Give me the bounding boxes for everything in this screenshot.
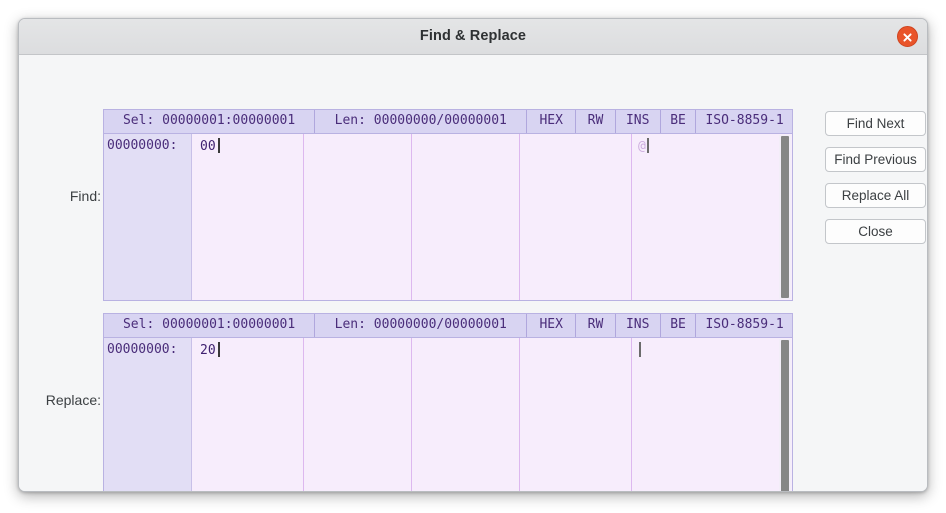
replace-encoding-indicator[interactable]: ISO-8859-1 [696, 314, 792, 337]
find-column-divider-2 [411, 134, 412, 300]
find-ascii-input[interactable]: @ [638, 138, 649, 154]
replace-ascii-caret [639, 342, 641, 357]
replace-column-divider-4 [631, 338, 632, 491]
replace-hex-value: 20 [200, 343, 216, 358]
dialog-body: Find: Replace: Sel: 00000001:00000001 Le… [19, 55, 927, 491]
replace-vertical-scrollbar[interactable] [779, 339, 791, 491]
find-status-header: Sel: 00000001:00000001 Len: 00000000/000… [103, 109, 793, 133]
find-encoding-indicator[interactable]: ISO-8859-1 [696, 110, 792, 133]
find-column-divider-1 [303, 134, 304, 300]
replace-endian-indicator[interactable]: BE [661, 314, 697, 337]
replace-insert-indicator[interactable]: INS [616, 314, 661, 337]
find-hex-editor[interactable]: Sel: 00000001:00000001 Len: 00000000/000… [103, 109, 793, 301]
find-vertical-scrollbar[interactable] [779, 135, 791, 299]
dialog-titlebar: Find & Replace [19, 19, 927, 55]
replace-offset-column: 00000000: [104, 338, 192, 491]
replace-mode-indicator[interactable]: HEX [527, 314, 577, 337]
find-access-indicator[interactable]: RW [576, 110, 616, 133]
replace-hex-body[interactable]: 00000000: 20 [103, 337, 793, 491]
replace-column-divider-3 [519, 338, 520, 491]
find-endian-indicator[interactable]: BE [661, 110, 697, 133]
replace-column-divider-1 [303, 338, 304, 491]
replace-label: Replace: [45, 392, 101, 408]
find-ascii-caret [646, 138, 649, 153]
find-offset-column: 00000000: [104, 134, 192, 300]
replace-ascii-input[interactable] [638, 342, 641, 358]
replace-length-status: Len: 00000000/00000001 [315, 314, 528, 337]
replace-hex-editor[interactable]: Sel: 00000001:00000001 Len: 00000000/000… [103, 313, 793, 491]
close-icon[interactable] [897, 26, 918, 47]
find-hex-caret [217, 138, 220, 153]
replace-status-header: Sel: 00000001:00000001 Len: 00000000/000… [103, 313, 793, 337]
find-ascii-value: @ [638, 139, 646, 154]
screen: Find & Replace Find: Replace: Sel: 00000… [0, 0, 946, 513]
find-mode-indicator[interactable]: HEX [527, 110, 577, 133]
find-hex-value: 00 [200, 139, 216, 154]
find-column-divider-4 [631, 134, 632, 300]
replace-column-divider-2 [411, 338, 412, 491]
find-label: Find: [69, 188, 101, 204]
dialog-title: Find & Replace [419, 28, 527, 44]
replace-offset-value: 00000000: [107, 342, 178, 357]
close-button[interactable]: Close [825, 219, 926, 244]
replace-hex-input[interactable]: 20 [200, 342, 220, 358]
find-scrollbar-thumb[interactable] [781, 136, 789, 298]
replace-access-indicator[interactable]: RW [576, 314, 616, 337]
find-column-divider-3 [519, 134, 520, 300]
find-previous-button[interactable]: Find Previous [825, 147, 926, 172]
find-length-status: Len: 00000000/00000001 [315, 110, 528, 133]
find-replace-dialog: Find & Replace Find: Replace: Sel: 00000… [18, 18, 928, 492]
replace-selection-status: Sel: 00000001:00000001 [104, 314, 316, 337]
find-hex-input[interactable]: 00 [200, 138, 220, 154]
dialog-action-buttons: Find Next Find Previous Replace All Clos… [825, 111, 927, 255]
find-offset-value: 00000000: [107, 138, 178, 153]
replace-scrollbar-thumb[interactable] [781, 340, 789, 491]
replace-hex-caret [217, 342, 220, 357]
find-hex-body[interactable]: 00000000: 00 @ [103, 133, 793, 301]
replace-all-button[interactable]: Replace All [825, 183, 926, 208]
find-insert-indicator[interactable]: INS [616, 110, 661, 133]
find-next-button[interactable]: Find Next [825, 111, 926, 136]
find-selection-status: Sel: 00000001:00000001 [104, 110, 316, 133]
